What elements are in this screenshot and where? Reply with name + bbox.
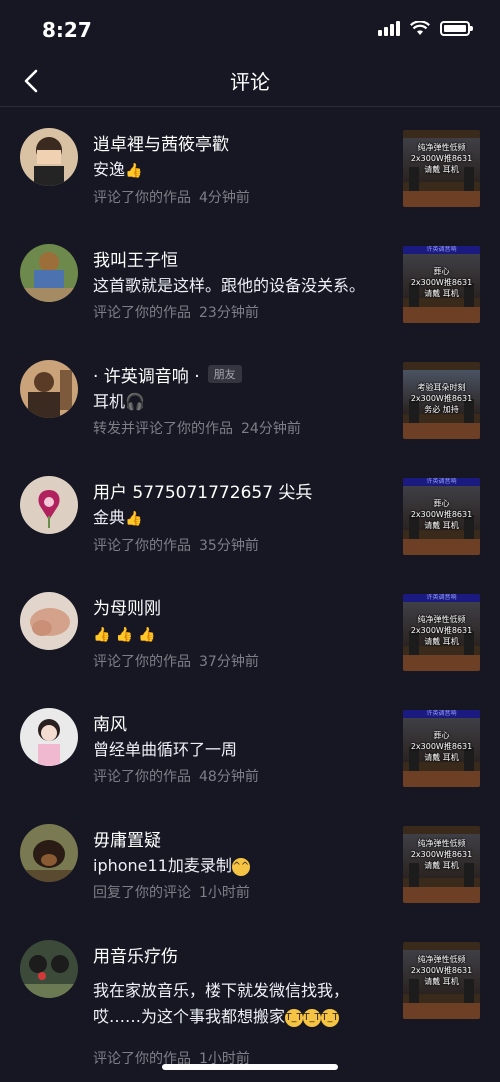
battery-icon — [440, 20, 473, 36]
cellular-signal-icon — [378, 20, 400, 36]
avatar[interactable] — [20, 592, 78, 650]
user-name[interactable]: 我叫王子恒 — [93, 246, 178, 271]
thumbnail-banner: 许英调音响 — [403, 594, 480, 602]
user-name[interactable]: 南风 — [93, 710, 127, 735]
thumbs-up-icon: 👍 — [125, 510, 143, 527]
crying-icon: T_T — [303, 1008, 322, 1027]
comment-text: iphone11加麦录制^^ — [93, 856, 250, 876]
comment-meta: 评论了你的作品 4分钟前 — [93, 189, 250, 206]
crying-icon: T_T — [321, 1008, 340, 1027]
headphones-icon: 🎧 — [125, 392, 145, 411]
comment-text: 👍 👍 👍 — [93, 622, 388, 647]
friend-badge: 朋友 — [207, 365, 242, 383]
video-thumbnail[interactable]: 纯净弹性低频 2x300W推8631 请戴 耳机 — [403, 942, 480, 1019]
user-name[interactable]: 毋庸置疑 — [93, 826, 161, 851]
thumbs-up-icon: 👍 — [125, 162, 143, 179]
avatar[interactable] — [20, 244, 78, 302]
crying-icon: T_T — [285, 1008, 304, 1027]
status-time: 8:27 — [42, 18, 92, 42]
nav-bar: 评论 — [0, 56, 500, 107]
comment-item[interactable]: 用户 5775071772657 尖兵 金典👍 评论了你的作品 35分钟前 许英调… — [0, 456, 500, 572]
comment-meta: 回复了你的评论 1小时前 — [93, 885, 250, 901]
thumbnail-caption: 纯净弹性低频 2x300W推8631 请戴 耳机 — [410, 839, 473, 870]
user-name[interactable]: 为母则刚 — [93, 594, 161, 619]
thumbnail-banner: 许英调音响 — [403, 710, 480, 718]
comment-meta: 评论了你的作品 48分钟前 — [93, 769, 259, 785]
thumbs-up-icon: 👍 — [93, 626, 111, 643]
user-name[interactable]: 用音乐疗伤 — [93, 942, 178, 967]
video-thumbnail[interactable]: 许英调音响 葬心 2x300W推8631 请戴 耳机 — [403, 478, 480, 555]
comment-item[interactable]: 我叫王子恒 这首歌就是这样。跟他的设备没关系。 评论了你的作品 23分钟前 许英调… — [0, 224, 500, 340]
thumbnail-caption: 纯净弹性低频 2x300W推8631 请戴 耳机 — [410, 955, 473, 986]
user-name[interactable]: · 许英调音响 · — [93, 362, 200, 387]
comment-meta: 评论了你的作品 37分钟前 — [93, 653, 259, 670]
thumbnail-caption: 纯净弹性低频 2x300W推8631 请戴 耳机 — [410, 143, 473, 174]
thumbnail-caption: 考验耳朵时刻 2x300W推8631 务必 加持 — [410, 383, 473, 414]
comment-item[interactable]: 逍卓裡与茜筱亭歡 安逸👍 评论了你的作品 4分钟前 纯净弹性低频 2x300W推8… — [0, 108, 500, 224]
comment-text: 这首歌就是这样。跟他的设备没关系。 — [93, 276, 366, 295]
video-thumbnail[interactable]: 许英调音响 纯净弹性低频 2x300W推8631 请戴 耳机 — [403, 594, 480, 671]
comment-text: 金典👍 — [93, 506, 388, 531]
thumbnail-banner: 许英调音响 — [403, 478, 480, 486]
wifi-icon — [410, 20, 430, 35]
video-thumbnail[interactable]: 纯净弹性低频 2x300W推8631 请戴 耳机 — [403, 130, 480, 207]
thumbnail-caption: 葬心 2x300W推8631 请戴 耳机 — [410, 499, 473, 530]
user-name[interactable]: 用户 5775071772657 尖兵 — [93, 478, 312, 503]
comment-list: 逍卓裡与茜筱亭歡 安逸👍 评论了你的作品 4分钟前 纯净弹性低频 2x300W推8… — [0, 108, 500, 1067]
status-icons — [378, 20, 473, 36]
comment-meta: 评论了你的作品 35分钟前 — [93, 537, 259, 554]
comment-meta: 评论了你的作品 23分钟前 — [93, 305, 259, 321]
comment-item[interactable]: 用音乐疗伤 我在家放音乐，楼下就发微信找我，哎……为这个事我都想搬家T_TT_T… — [0, 920, 500, 1067]
sweat-smile-icon: ^^ — [231, 857, 250, 876]
avatar[interactable] — [20, 824, 78, 882]
comment-meta: 转发并评论了你的作品 24分钟前 — [93, 421, 301, 437]
comment-text: 安逸👍 — [93, 158, 388, 183]
thumbnail-caption: 葬心 2x300W推8631 请戴 耳机 — [410, 731, 473, 762]
comment-text: 我在家放音乐，楼下就发微信找我，哎……为这个事我都想搬家T_TT_TT_T — [93, 981, 350, 1027]
avatar[interactable] — [20, 360, 78, 418]
thumbnail-caption: 纯净弹性低频 2x300W推8631 请戴 耳机 — [410, 615, 473, 646]
comment-text: 曾经单曲循环了一周 — [93, 740, 238, 759]
thumbs-up-icon: 👍 — [115, 626, 133, 643]
avatar[interactable] — [20, 476, 78, 534]
home-indicator — [162, 1064, 338, 1070]
thumbnail-caption: 葬心 2x300W推8631 请戴 耳机 — [410, 267, 473, 298]
comment-text: 耳机🎧 — [93, 392, 145, 411]
video-thumbnail[interactable]: 纯净弹性低频 2x300W推8631 请戴 耳机 — [403, 826, 480, 903]
status-bar: 8:27 — [0, 0, 500, 60]
video-thumbnail[interactable]: 许英调音响 葬心 2x300W推8631 请戴 耳机 — [403, 710, 480, 787]
avatar[interactable] — [20, 708, 78, 766]
comment-item[interactable]: 毋庸置疑 iphone11加麦录制^^ 回复了你的评论 1小时前 纯净弹性低频 2… — [0, 804, 500, 920]
user-name[interactable]: 逍卓裡与茜筱亭歡 — [93, 130, 229, 155]
comment-item[interactable]: 南风 曾经单曲循环了一周 评论了你的作品 48分钟前 许英调音响 葬心 2x300… — [0, 688, 500, 804]
video-thumbnail[interactable]: 许英调音响 葬心 2x300W推8631 请戴 耳机 — [403, 246, 480, 323]
avatar[interactable] — [20, 940, 78, 998]
comment-item[interactable]: 为母则刚 👍 👍 👍 评论了你的作品 37分钟前 许英调音响 纯净弹性低频 2x3… — [0, 572, 500, 688]
avatar[interactable] — [20, 128, 78, 186]
video-thumbnail[interactable]: 考验耳朵时刻 2x300W推8631 务必 加持 — [403, 362, 480, 439]
page-title: 评论 — [230, 70, 270, 94]
comment-item[interactable]: · 许英调音响 · 朋友 耳机🎧 转发并评论了你的作品 24分钟前 考验耳朵时刻 … — [0, 340, 500, 456]
thumbs-up-icon: 👍 — [138, 626, 156, 643]
thumbnail-banner: 许英调音响 — [403, 246, 480, 254]
